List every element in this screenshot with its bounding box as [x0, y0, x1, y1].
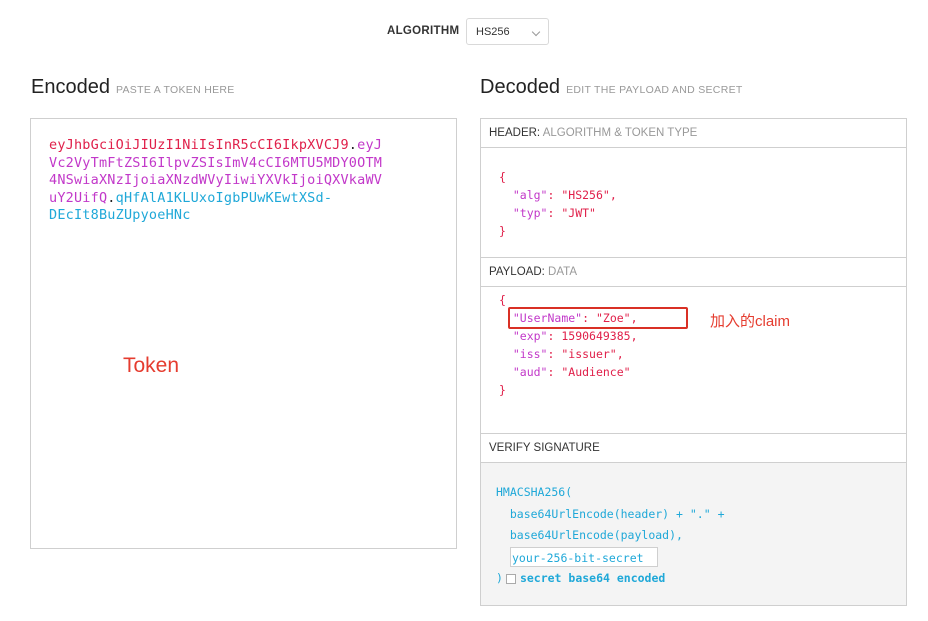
token-dot: . [348, 137, 358, 153]
verify-panel-label: VERIFY SIGNATURE [489, 442, 600, 454]
json-open-brace: { [499, 170, 506, 184]
json-value: 1590649385 [561, 329, 631, 343]
verify-code: HMACSHA256( base64UrlEncode(header) + ".… [496, 482, 725, 590]
token-payload-segment: 4NSwiaXNzIjoiaXNzdWVyIiwiYXVkIjoiQXVkaWV [49, 172, 383, 188]
secret-base64-label: secret base64 encoded [519, 571, 666, 585]
json-close-brace: } [499, 224, 506, 238]
token-payload-segment: uY2UifQ [49, 189, 108, 206]
encoded-subtitle: PASTE A TOKEN HERE [115, 84, 235, 96]
verify-line-payload: base64UrlEncode(payload), [496, 525, 725, 547]
algorithm-select-value: HS256 [476, 26, 510, 38]
token-signature-segment: DEcIt8BuZUpyoeHNc [49, 207, 191, 223]
json-key: "aud" [512, 365, 548, 379]
header-json: { "alg": "HS256", "typ": "JWT" } [499, 170, 617, 238]
payload-panel-title: PAYLOAD: DATA [480, 257, 907, 287]
json-value: "issuer" [561, 347, 617, 361]
algorithm-select[interactable]: HS256 [466, 18, 549, 45]
json-value: "JWT" [561, 206, 596, 220]
claim-highlight-box [508, 307, 688, 329]
verify-close: ) [496, 571, 503, 585]
algorithm-label: ALGORITHM [387, 25, 460, 37]
payload-panel-label: PAYLOAD: [489, 266, 545, 278]
json-key: "iss" [512, 347, 548, 361]
encoded-token-editor[interactable]: eyJhbGciOiJIUzI1NiIsInR5cCI6IkpXVCJ9.eyJ… [30, 118, 457, 549]
json-key: "exp" [512, 329, 548, 343]
header-panel-sub: ALGORITHM & TOKEN TYPE [542, 127, 698, 139]
decoded-subtitle: EDIT THE PAYLOAD AND SECRET [566, 84, 743, 96]
token-payload-segment: eyJ [357, 137, 383, 153]
encoded-heading: Encoded PASTE A TOKEN HERE [31, 76, 235, 99]
json-key: "typ" [512, 206, 548, 220]
verify-panel-title: VERIFY SIGNATURE [480, 433, 907, 463]
verify-payload-expr: base64UrlEncode(payload), [509, 528, 683, 542]
verify-fn: HMACSHA256( [496, 485, 573, 499]
token-annotation: Token [123, 354, 180, 377]
token-header-segment: eyJhbGciOiJIUzI1NiIsInR5cCI6IkpXVCJ9 [49, 137, 349, 153]
token-signature-segment: qHfAlA1KLUxoIgbPUwKEwtXSd- [115, 189, 333, 206]
token-dot: . [107, 189, 116, 206]
payload-panel-sub: DATA [548, 266, 577, 278]
header-panel-title: HEADER: ALGORITHM & TOKEN TYPE [480, 118, 907, 148]
encoded-title: Encoded [31, 76, 110, 98]
json-close-brace: } [499, 383, 506, 397]
verify-line-secret [496, 547, 725, 569]
json-value: "HS256" [561, 188, 610, 202]
verify-header-expr: base64UrlEncode(header) + "." + [509, 506, 725, 521]
secret-base64-checkbox[interactable] [505, 573, 516, 584]
decoded-title: Decoded [480, 76, 561, 98]
header-json-editor[interactable]: { "alg": "HS256", "typ": "JWT" } [480, 148, 907, 258]
chevron-down-icon [531, 27, 541, 37]
json-value: "Audience" [561, 365, 631, 379]
token-text: eyJhbGciOiJIUzI1NiIsInR5cCI6IkpXVCJ9.eyJ… [49, 137, 419, 225]
verify-signature-panel: HMACSHA256( base64UrlEncode(header) + ".… [480, 463, 907, 606]
json-key: "alg" [512, 188, 548, 202]
token-payload-segment: Vc2VyTmFtZSI6IlpvZSIsImV4cCI6MTU5MDY0OTM [49, 154, 383, 171]
secret-input[interactable] [510, 547, 658, 567]
claim-annotation: 加入的claim [710, 313, 791, 330]
decoded-heading: Decoded EDIT THE PAYLOAD AND SECRET [480, 76, 743, 99]
verify-line-header: base64UrlEncode(header) + "." + [496, 504, 725, 526]
header-panel-label: HEADER: [489, 127, 541, 139]
